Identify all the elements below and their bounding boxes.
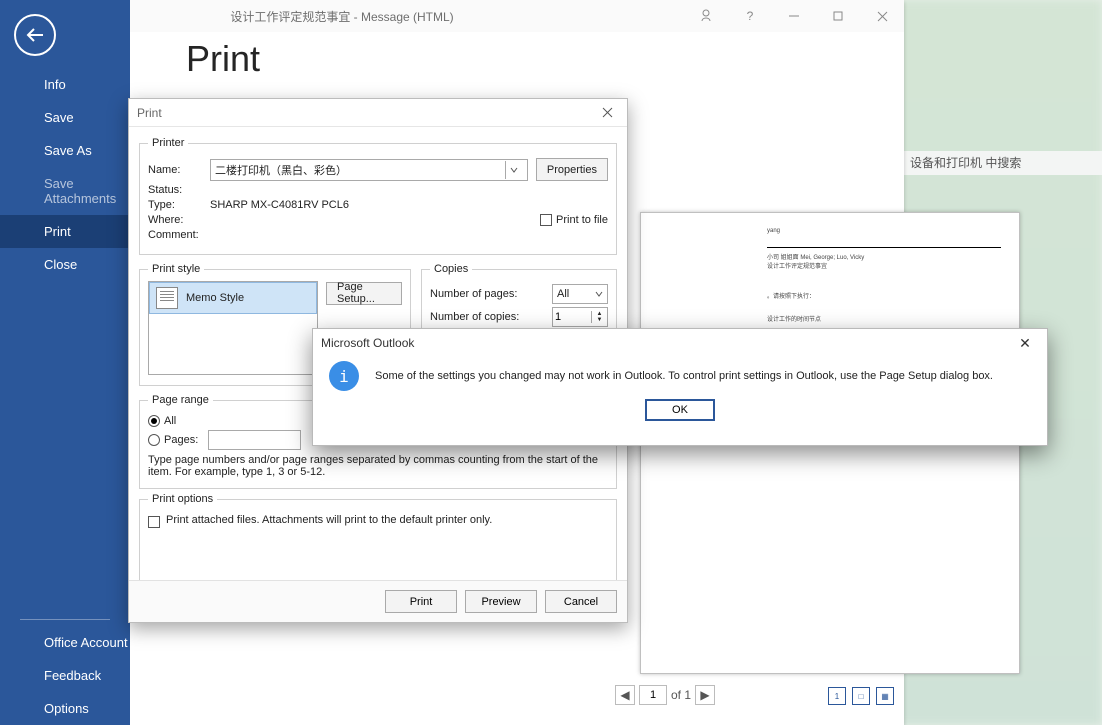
range-all-radio[interactable] (148, 415, 160, 427)
one-page-icon[interactable]: □ (852, 687, 870, 705)
print-to-file-label: Print to file (556, 214, 608, 226)
printer-legend: Printer (148, 137, 188, 149)
messagebox-text: Some of the settings you changed may not… (375, 370, 993, 382)
num-pages-select[interactable]: All (552, 284, 608, 304)
print-style-legend: Print style (148, 263, 204, 275)
messagebox-close-icon[interactable]: ✕ (1011, 332, 1039, 354)
actual-size-icon[interactable]: 1 (828, 687, 846, 705)
backstage-sidebar: Info Save Save As Save Attachments Print… (0, 0, 130, 725)
prev-page-button[interactable]: ◀ (615, 685, 635, 705)
chevron-down-icon (595, 288, 603, 300)
sidebar-item-save-as[interactable]: Save As (0, 134, 130, 167)
status-label: Status: (148, 184, 210, 196)
where-label: Where: (148, 214, 210, 226)
style-list[interactable]: Memo Style (148, 281, 318, 375)
preview-line: 设计工作评定规范事宜 (767, 263, 1001, 271)
printer-name-select[interactable]: 二楼打印机（黑白、彩色） (210, 159, 528, 181)
messagebox: Microsoft Outlook ✕ i Some of the settin… (312, 328, 1048, 446)
sidebar-item-feedback[interactable]: Feedback (0, 659, 130, 692)
print-options-group: Print options Print attached files. Atta… (139, 493, 617, 586)
print-attached-checkbox[interactable] (148, 516, 160, 528)
messagebox-title: Microsoft Outlook (321, 336, 414, 350)
dialog-title-bar: Print (129, 99, 627, 127)
preview-nav: ◀ of 1 ▶ (615, 685, 715, 705)
ribbon-options-icon[interactable] (684, 0, 728, 32)
preview-line: 小司 姐姐面 Mei, George; Luo, Vicky (767, 254, 1001, 262)
info-icon: i (329, 361, 359, 391)
print-button[interactable]: Print (385, 590, 457, 613)
range-pages-label: Pages: (164, 434, 198, 446)
style-memo[interactable]: Memo Style (149, 282, 317, 314)
next-page-button[interactable]: ▶ (695, 685, 715, 705)
ok-button[interactable]: OK (645, 399, 715, 421)
cancel-button[interactable]: Cancel (545, 590, 617, 613)
num-copies-spinner[interactable]: ▲▼ (552, 307, 608, 327)
spin-down-icon[interactable]: ▼ (592, 317, 607, 323)
dialog-title: Print (137, 106, 162, 120)
page-setup-button[interactable]: Page Setup... (326, 282, 402, 305)
external-search-hint: 设备和打印机 中搜索 (904, 151, 1102, 175)
memo-style-icon (156, 287, 178, 309)
properties-button[interactable]: Properties (536, 158, 608, 181)
preview-line: yang (767, 227, 1001, 235)
name-label: Name: (148, 164, 210, 176)
printer-group: Printer Name: 二楼打印机（黑白、彩色） Properties St… (139, 137, 617, 255)
sidebar-item-account[interactable]: Office Account (0, 626, 130, 659)
sidebar-separator (20, 619, 110, 620)
page-title: Print (186, 38, 904, 80)
help-icon[interactable]: ? (728, 0, 772, 32)
type-label: Type: (148, 199, 210, 211)
back-button[interactable] (14, 14, 56, 56)
dialog-footer: Print Preview Cancel (129, 580, 627, 622)
range-pages-radio[interactable] (148, 434, 160, 446)
preview-line: 设计工作的时间节点 (767, 316, 1001, 324)
print-options-legend: Print options (148, 493, 217, 505)
messagebox-title-bar: Microsoft Outlook ✕ (313, 329, 1047, 357)
preview-view-switch: 1 □ ▦ (828, 687, 894, 705)
sidebar-item-save[interactable]: Save (0, 101, 130, 134)
maximize-icon[interactable] (816, 0, 860, 32)
print-to-file-checkbox[interactable] (540, 214, 552, 226)
range-all-label: All (164, 415, 176, 427)
printer-name-value: 二楼打印机（黑白、彩色） (215, 162, 347, 178)
multi-page-icon[interactable]: ▦ (876, 687, 894, 705)
comment-label: Comment: (148, 229, 210, 241)
range-hint: Type page numbers and/or page ranges sep… (148, 454, 608, 478)
preview-button[interactable]: Preview (465, 590, 537, 613)
print-attached-label: Print attached files. Attachments will p… (166, 514, 492, 526)
page-count-label: of 1 (671, 688, 691, 702)
chevron-down-icon (505, 161, 523, 179)
num-copies-label: Number of copies: (430, 311, 552, 323)
close-icon[interactable] (860, 0, 904, 32)
preview-line: 。请按照下执行： (767, 293, 1001, 301)
dialog-close-icon[interactable] (595, 102, 619, 124)
num-pages-value: All (557, 288, 569, 300)
num-pages-label: Number of pages: (430, 288, 552, 300)
sidebar-item-save-attachments[interactable]: Save Attachments (0, 167, 130, 215)
copies-legend: Copies (430, 263, 472, 275)
page-range-legend: Page range (148, 394, 213, 406)
sidebar-item-info[interactable]: Info (0, 68, 130, 101)
style-memo-label: Memo Style (186, 292, 244, 304)
sidebar-item-print[interactable]: Print (0, 215, 130, 248)
current-page-input[interactable] (639, 685, 667, 705)
minimize-icon[interactable] (772, 0, 816, 32)
sidebar-item-close[interactable]: Close (0, 248, 130, 281)
title-bar: 设计工作评定规范事宜 - Message (HTML) ? (0, 0, 904, 32)
sidebar-item-options[interactable]: Options (0, 692, 130, 725)
type-value: SHARP MX-C4081RV PCL6 (210, 199, 349, 211)
range-pages-input[interactable] (208, 430, 301, 450)
num-copies-input[interactable] (553, 311, 591, 323)
